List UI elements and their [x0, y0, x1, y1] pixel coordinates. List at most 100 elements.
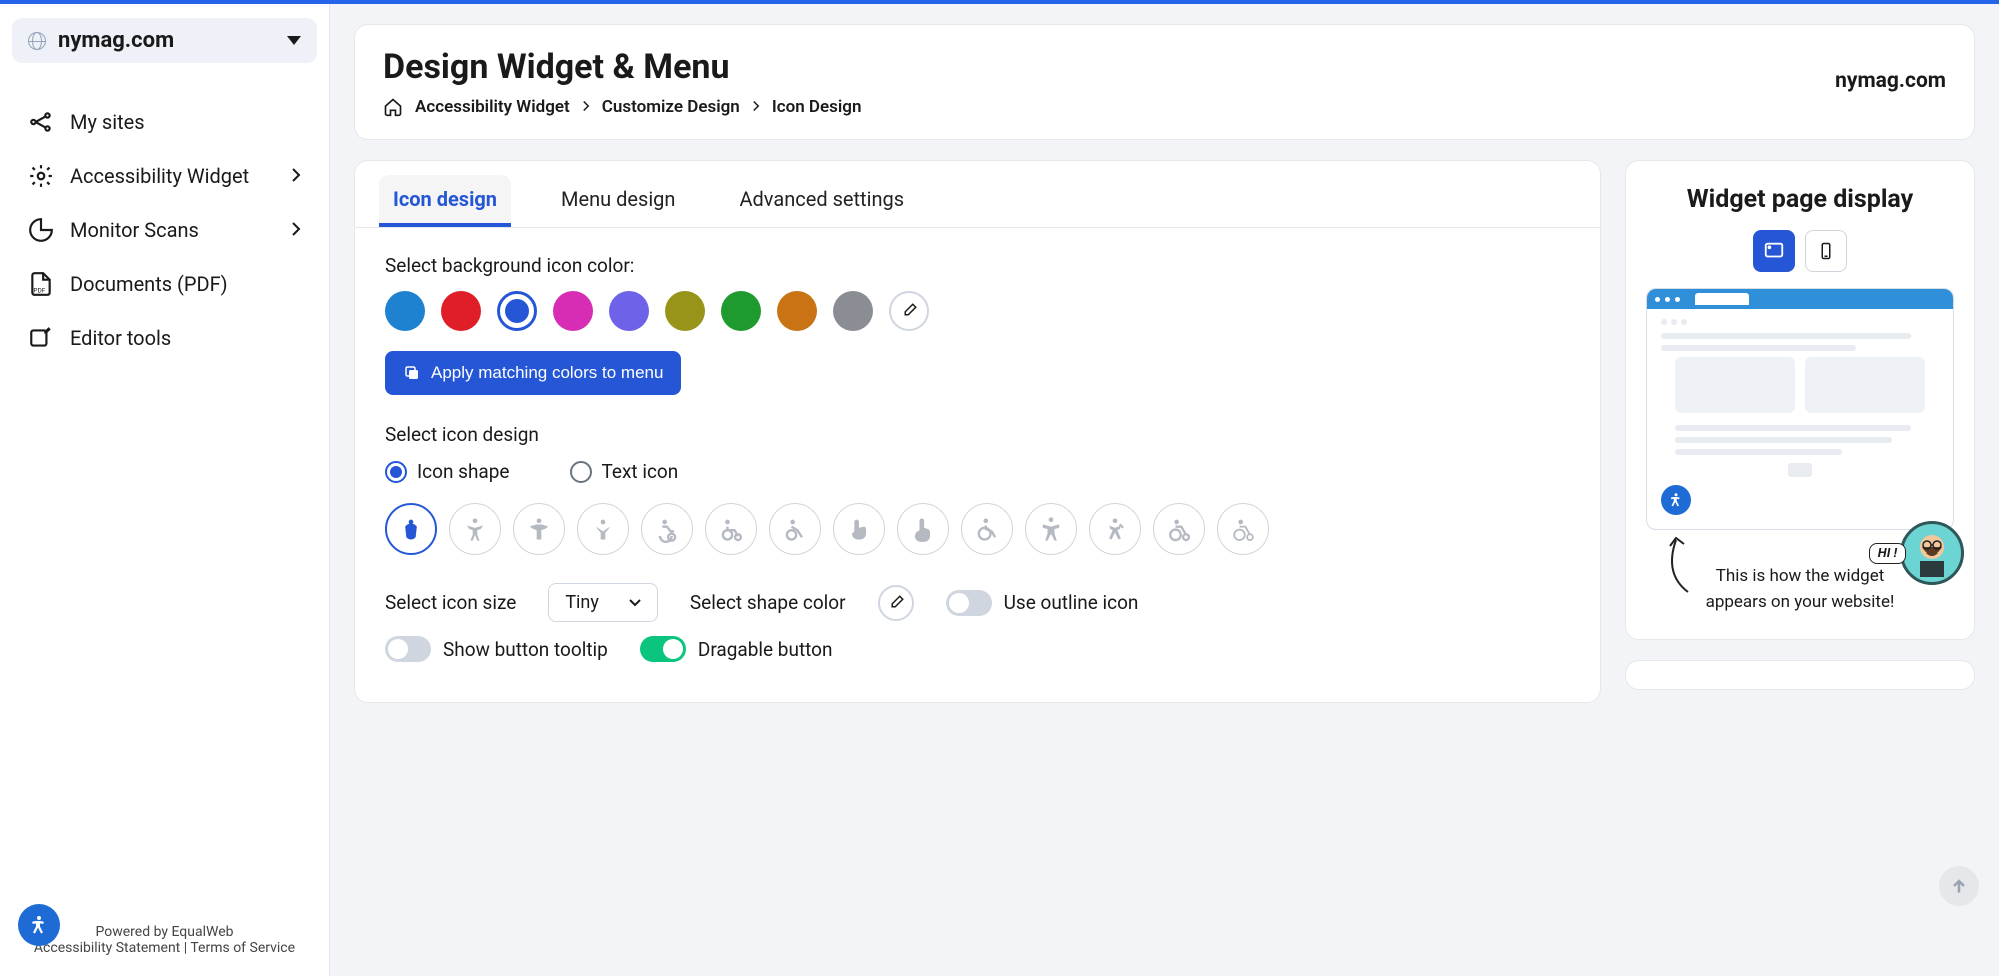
color-swatch[interactable] — [497, 291, 537, 331]
device-mobile-button[interactable] — [1805, 230, 1847, 272]
icon-shape-option[interactable] — [641, 503, 693, 555]
breadcrumb-item: Icon Design — [772, 97, 862, 117]
color-swatch[interactable] — [833, 291, 873, 331]
color-swatch[interactable] — [777, 291, 817, 331]
icon-shape-option[interactable] — [577, 503, 629, 555]
icon-shape-option[interactable] — [513, 503, 565, 555]
nav-label: Documents (PDF) — [70, 272, 228, 296]
home-icon[interactable] — [383, 97, 403, 117]
icon-shape-option[interactable] — [769, 503, 821, 555]
site-name: nymag.com — [58, 28, 275, 53]
tab-advanced-settings[interactable]: Advanced settings — [725, 175, 918, 227]
mobile-icon — [1817, 240, 1835, 262]
site-selector[interactable]: nymag.com — [12, 18, 317, 63]
icon-shape-option[interactable] — [833, 503, 885, 555]
breadcrumb: Accessibility Widget Customize Design Ic… — [383, 97, 1946, 117]
eyedropper-icon — [887, 594, 905, 612]
radio-text-icon[interactable]: Text icon — [570, 460, 679, 483]
browser-mock — [1646, 288, 1954, 530]
radio-icon-shape[interactable]: Icon shape — [385, 460, 510, 483]
radio-icon — [385, 461, 407, 483]
icon-shape-option[interactable] — [897, 503, 949, 555]
color-swatches — [385, 291, 1570, 331]
gear-icon — [28, 163, 54, 189]
color-swatch[interactable] — [721, 291, 761, 331]
scroll-top-button[interactable] — [1939, 866, 1979, 906]
nav-label: Editor tools — [70, 326, 171, 350]
tab-icon-design[interactable]: Icon design — [379, 175, 511, 227]
file-pdf-icon: PDF — [28, 271, 54, 297]
icon-shape-option[interactable] — [1025, 503, 1077, 555]
terms-link[interactable]: Terms of Service — [190, 940, 295, 956]
radio-icon — [570, 461, 592, 483]
tooltip-label: Show button tooltip — [443, 638, 608, 661]
accessibility-statement-link[interactable]: Accessibility Statement — [34, 940, 180, 956]
nav-accessibility-widget[interactable]: Accessibility Widget — [0, 149, 329, 203]
toggle-draggable[interactable] — [640, 636, 686, 662]
page-domain: nymag.com — [1835, 69, 1946, 93]
tab-menu-design[interactable]: Menu design — [547, 175, 689, 227]
accessibility-badge[interactable] — [18, 904, 60, 946]
color-swatch[interactable] — [385, 291, 425, 331]
nav-my-sites[interactable]: My sites — [0, 95, 329, 149]
icon-shape-option[interactable] — [961, 503, 1013, 555]
nav-editor-tools[interactable]: Editor tools — [0, 311, 329, 365]
widget-badge-icon — [1661, 485, 1691, 515]
breadcrumb-item[interactable]: Accessibility Widget — [415, 97, 570, 117]
header-card: Design Widget & Menu nymag.com Accessibi… — [354, 24, 1975, 140]
icon-shape-option[interactable] — [449, 503, 501, 555]
shape-color-label: Select shape color — [690, 591, 846, 614]
icon-shape-option[interactable] — [385, 503, 437, 555]
shape-color-picker[interactable] — [878, 585, 914, 621]
svg-text:PDF: PDF — [33, 287, 45, 295]
globe-icon — [28, 32, 46, 50]
toggle-tooltip[interactable] — [385, 636, 431, 662]
size-label: Select icon size — [385, 591, 516, 614]
desktop-icon — [1763, 240, 1785, 262]
nodes-icon — [28, 109, 54, 135]
color-swatch[interactable] — [609, 291, 649, 331]
icon-shape-option[interactable] — [705, 503, 757, 555]
preview-title: Widget page display — [1646, 185, 1954, 214]
page-title: Design Widget & Menu — [383, 47, 1946, 87]
main: Design Widget & Menu nymag.com Accessibi… — [330, 4, 1999, 976]
breadcrumb-item[interactable]: Customize Design — [602, 97, 740, 117]
icon-shape-option[interactable] — [1153, 503, 1205, 555]
nav-label: Accessibility Widget — [70, 164, 249, 188]
size-select[interactable]: Tiny — [548, 583, 658, 622]
bg-color-label: Select background icon color: — [385, 254, 1570, 277]
toggle-outline-icon[interactable] — [946, 590, 992, 616]
color-swatch[interactable] — [441, 291, 481, 331]
color-swatch[interactable] — [665, 291, 705, 331]
apply-colors-button[interactable]: Apply matching colors to menu — [385, 351, 681, 395]
settings-panel: Icon design Menu design Advanced setting… — [354, 160, 1601, 703]
icon-shape-option[interactable] — [1089, 503, 1141, 555]
icon-shape-grid — [385, 503, 1570, 555]
icon-design-label: Select icon design — [385, 423, 1570, 446]
assistant-avatar[interactable]: HI ! — [1869, 521, 1964, 585]
chevron-right-icon — [291, 218, 301, 242]
chevron-right-icon — [291, 164, 301, 188]
color-custom-picker[interactable] — [889, 291, 929, 331]
outline-label: Use outline icon — [1004, 591, 1139, 614]
size-value: Tiny — [565, 592, 599, 613]
nav-documents-pdf[interactable]: PDF Documents (PDF) — [0, 257, 329, 311]
chevron-down-icon — [629, 599, 641, 607]
device-desktop-button[interactable] — [1753, 230, 1795, 272]
copy-icon — [403, 364, 421, 382]
apply-colors-label: Apply matching colors to menu — [431, 363, 663, 383]
draggable-label: Dragable button — [698, 638, 833, 661]
icon-shape-option[interactable] — [1217, 503, 1269, 555]
powered-by: Powered by EqualWeb — [20, 924, 309, 940]
arrow-up-icon — [1949, 876, 1969, 896]
next-card — [1625, 660, 1975, 690]
chevron-right-icon — [582, 97, 590, 117]
chevron-right-icon — [752, 97, 760, 117]
pie-icon — [28, 217, 54, 243]
color-swatch[interactable] — [553, 291, 593, 331]
nav-label: My sites — [70, 110, 145, 134]
arrow-icon — [1658, 534, 1702, 594]
tabs: Icon design Menu design Advanced setting… — [355, 161, 1600, 228]
sidebar: nymag.com My sites Accessibility Widget … — [0, 4, 330, 976]
nav-monitor-scans[interactable]: Monitor Scans — [0, 203, 329, 257]
